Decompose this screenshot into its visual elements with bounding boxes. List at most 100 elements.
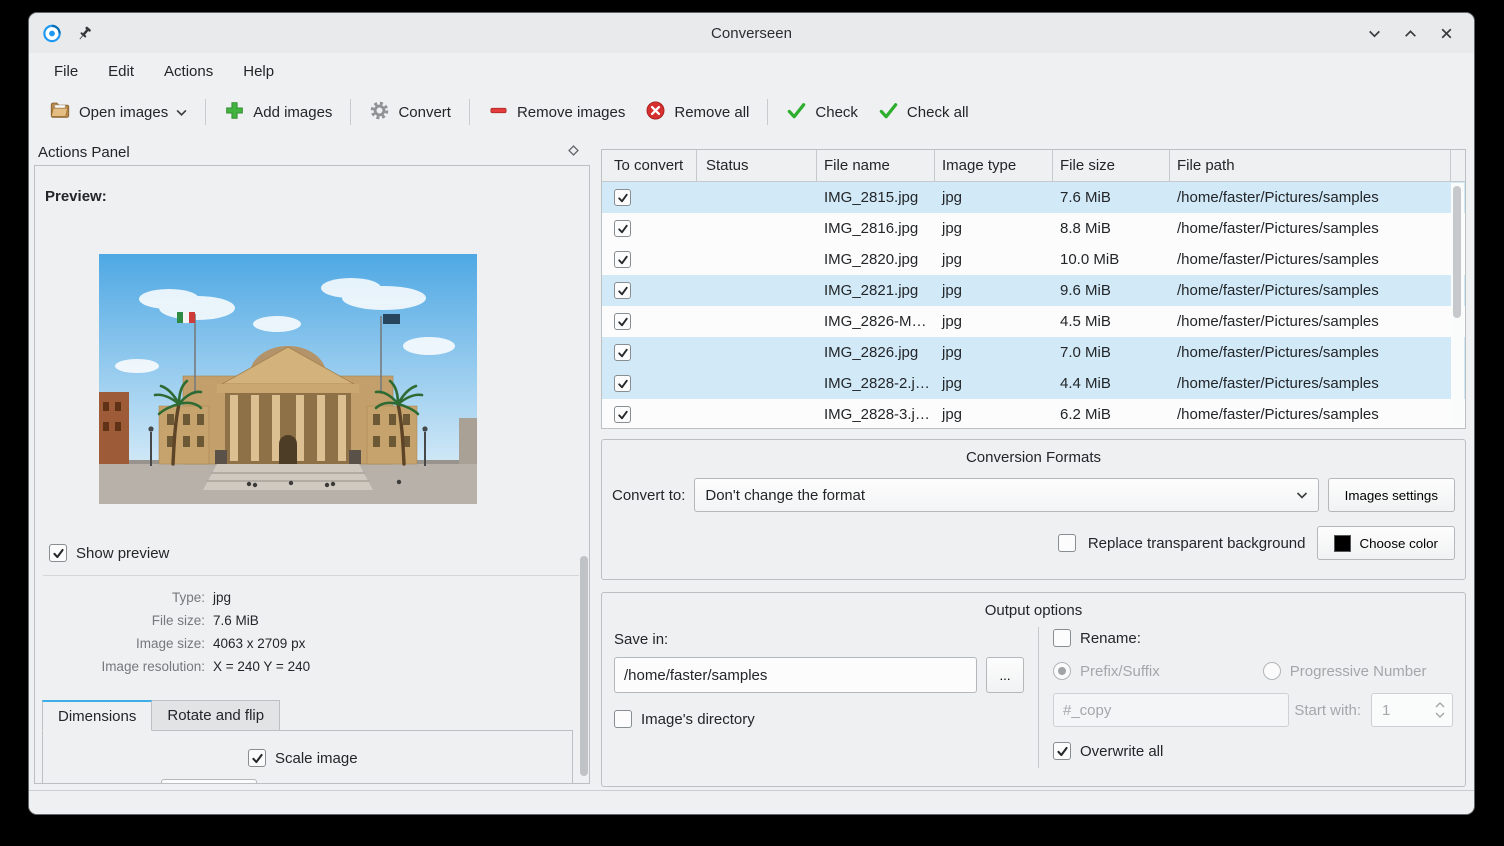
menu-file[interactable]: File xyxy=(41,57,91,86)
progressive-number-radio[interactable] xyxy=(1263,662,1281,680)
menu-edit[interactable]: Edit xyxy=(95,57,147,86)
header-status[interactable]: Status xyxy=(697,150,817,181)
header-to-convert[interactable]: To convert xyxy=(602,150,697,181)
image-size-label: Image size: xyxy=(35,636,213,651)
show-preview-checkbox[interactable] xyxy=(49,544,67,562)
file-table: To convert Status File name Image type F… xyxy=(601,149,1466,429)
row-convert-checkbox[interactable] xyxy=(614,251,631,268)
table-row[interactable]: IMG_2826.jpg jpg 7.0 MiB /home/faster/Pi… xyxy=(602,337,1465,368)
cell-path: /home/faster/Pictures/samples xyxy=(1170,189,1465,206)
cell-name: IMG_2828-2.jpg xyxy=(817,375,935,392)
row-convert-checkbox[interactable] xyxy=(614,375,631,392)
menu-actions[interactable]: Actions xyxy=(151,57,226,86)
cell-size: 4.5 MiB xyxy=(1053,313,1170,330)
spinner-down-icon[interactable] xyxy=(1435,712,1445,718)
minimize-icon[interactable] xyxy=(1364,23,1384,43)
menu-help[interactable]: Help xyxy=(230,57,287,86)
prefix-suffix-radio[interactable] xyxy=(1053,662,1071,680)
resolution-label: Image resolution: xyxy=(35,659,213,674)
format-combobox[interactable]: Don't change the format xyxy=(694,478,1318,512)
check-button[interactable]: Check xyxy=(776,93,868,132)
images-settings-button[interactable]: Images settings xyxy=(1328,478,1455,512)
table-scrollbar[interactable] xyxy=(1451,183,1464,427)
preview-label: Preview: xyxy=(45,188,107,205)
color-swatch xyxy=(1334,535,1351,552)
chevron-down-icon xyxy=(1296,487,1308,504)
table-row[interactable]: IMG_2828-3.jpg jpg 6.2 MiB /home/faster/… xyxy=(602,399,1465,429)
choose-color-button[interactable]: Choose color xyxy=(1317,526,1455,560)
start-with-spinner[interactable]: 1 xyxy=(1371,693,1453,727)
table-row[interactable]: IMG_2816.jpg jpg 8.8 MiB /home/faster/Pi… xyxy=(602,213,1465,244)
cell-size: 7.0 MiB xyxy=(1053,344,1170,361)
row-convert-checkbox[interactable] xyxy=(614,344,631,361)
titlebar[interactable]: Converseen xyxy=(29,13,1474,53)
conversion-formats-title: Conversion Formats xyxy=(602,449,1465,466)
dimension-tabs: Dimensions Rotate and flip xyxy=(42,700,280,731)
open-images-button[interactable]: Open images xyxy=(39,92,197,132)
close-icon[interactable] xyxy=(1436,23,1456,43)
cell-size: 4.4 MiB xyxy=(1053,375,1170,392)
actions-panel: Actions Panel Preview: xyxy=(29,135,590,790)
tab-dimensions[interactable]: Dimensions xyxy=(42,700,152,731)
cell-path: /home/faster/Pictures/samples xyxy=(1170,375,1465,392)
replace-background-checkbox[interactable] xyxy=(1058,534,1076,552)
table-scrollbar-handle[interactable] xyxy=(1453,186,1461,318)
overwrite-all-checkbox[interactable] xyxy=(1053,742,1071,760)
cell-type: jpg xyxy=(935,282,1053,299)
header-image-type[interactable]: Image type xyxy=(935,150,1053,181)
table-body: IMG_2815.jpg jpg 7.6 MiB /home/faster/Pi… xyxy=(602,182,1465,429)
cell-type: jpg xyxy=(935,406,1053,423)
plus-icon xyxy=(224,100,245,125)
table-row[interactable]: IMG_2828-2.jpg jpg 4.4 MiB /home/faster/… xyxy=(602,368,1465,399)
dock-float-icon[interactable] xyxy=(567,144,580,161)
scale-image-checkbox[interactable] xyxy=(248,749,266,767)
cell-name: IMG_2828-3.jpg xyxy=(817,406,935,423)
overwrite-all-label: Overwrite all xyxy=(1080,743,1163,760)
minus-icon xyxy=(488,100,509,125)
check-all-label: Check all xyxy=(907,104,969,121)
rename-checkbox[interactable] xyxy=(1053,629,1071,647)
check-all-icon xyxy=(878,100,899,125)
prefix-suffix-label: Prefix/Suffix xyxy=(1080,663,1160,680)
row-convert-checkbox[interactable] xyxy=(614,406,631,423)
rename-pattern-input[interactable] xyxy=(1053,693,1289,727)
header-file-path[interactable]: File path xyxy=(1170,150,1451,181)
convert-button[interactable]: Convert xyxy=(359,93,461,132)
check-icon xyxy=(786,100,807,125)
images-directory-checkbox[interactable] xyxy=(614,710,632,728)
image-size-value: 4063 x 2709 px xyxy=(213,636,305,651)
row-convert-checkbox[interactable] xyxy=(614,220,631,237)
cell-type: jpg xyxy=(935,189,1053,206)
resolution-value: X = 240 Y = 240 xyxy=(213,659,310,674)
header-file-size[interactable]: File size xyxy=(1053,150,1170,181)
check-all-button[interactable]: Check all xyxy=(868,93,979,132)
rename-label: Rename: xyxy=(1080,630,1141,647)
pin-icon[interactable] xyxy=(74,23,94,43)
header-file-name[interactable]: File name xyxy=(817,150,935,181)
width-input[interactable] xyxy=(161,779,257,784)
main-panel: To convert Status File name Image type F… xyxy=(601,149,1466,790)
add-images-button[interactable]: Add images xyxy=(214,93,342,132)
remove-all-button[interactable]: Remove all xyxy=(635,93,759,132)
row-convert-checkbox[interactable] xyxy=(614,282,631,299)
save-in-input[interactable] xyxy=(614,657,977,693)
cell-size: 8.8 MiB xyxy=(1053,220,1170,237)
cell-name: IMG_2826-Mo... xyxy=(817,313,935,330)
table-row[interactable]: IMG_2815.jpg jpg 7.6 MiB /home/faster/Pi… xyxy=(602,182,1465,213)
image-info: Type: jpg File size: 7.6 MiB Image size:… xyxy=(35,590,589,682)
cell-path: /home/faster/Pictures/samples xyxy=(1170,251,1465,268)
maximize-icon[interactable] xyxy=(1400,23,1420,43)
browse-button[interactable]: ... xyxy=(986,657,1024,693)
table-row[interactable]: IMG_2820.jpg jpg 10.0 MiB /home/faster/P… xyxy=(602,244,1465,275)
row-convert-checkbox[interactable] xyxy=(614,313,631,330)
spinner-up-icon[interactable] xyxy=(1435,702,1445,708)
replace-background-label: Replace transparent background xyxy=(1088,535,1306,552)
table-row[interactable]: IMG_2821.jpg jpg 9.6 MiB /home/faster/Pi… xyxy=(602,275,1465,306)
table-row[interactable]: IMG_2826-Mo... jpg 4.5 MiB /home/faster/… xyxy=(602,306,1465,337)
remove-images-button[interactable]: Remove images xyxy=(478,93,635,132)
cell-type: jpg xyxy=(935,313,1053,330)
format-value: Don't change the format xyxy=(705,487,1295,504)
row-convert-checkbox[interactable] xyxy=(614,189,631,206)
dock-scrollbar[interactable] xyxy=(580,556,588,776)
tab-rotate-flip[interactable]: Rotate and flip xyxy=(152,700,280,731)
